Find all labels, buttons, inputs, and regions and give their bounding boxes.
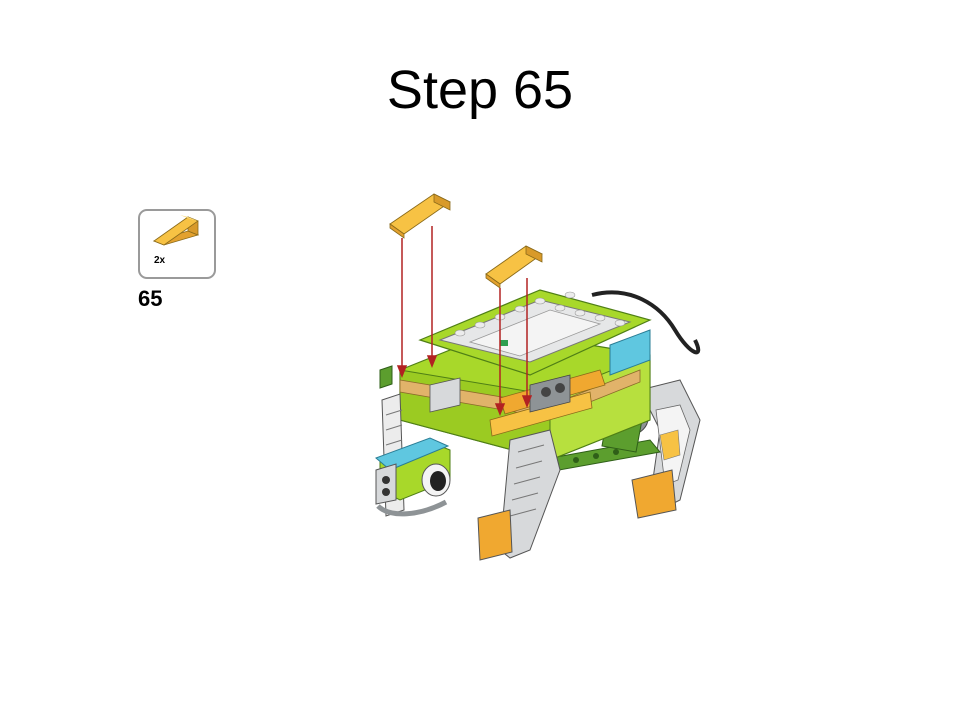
step-number: 65 <box>138 286 163 311</box>
incoming-slope-brick-right <box>485 245 543 289</box>
parts-callout: 2x <box>138 209 216 279</box>
incoming-slope-brick-left <box>389 193 451 239</box>
part-count: 2x <box>154 255 166 266</box>
lego-turtle-model-icon <box>375 193 701 561</box>
front-leg-right <box>477 429 561 561</box>
slope-brick-icon <box>152 215 200 246</box>
slide-title: Step 65 <box>386 60 574 120</box>
